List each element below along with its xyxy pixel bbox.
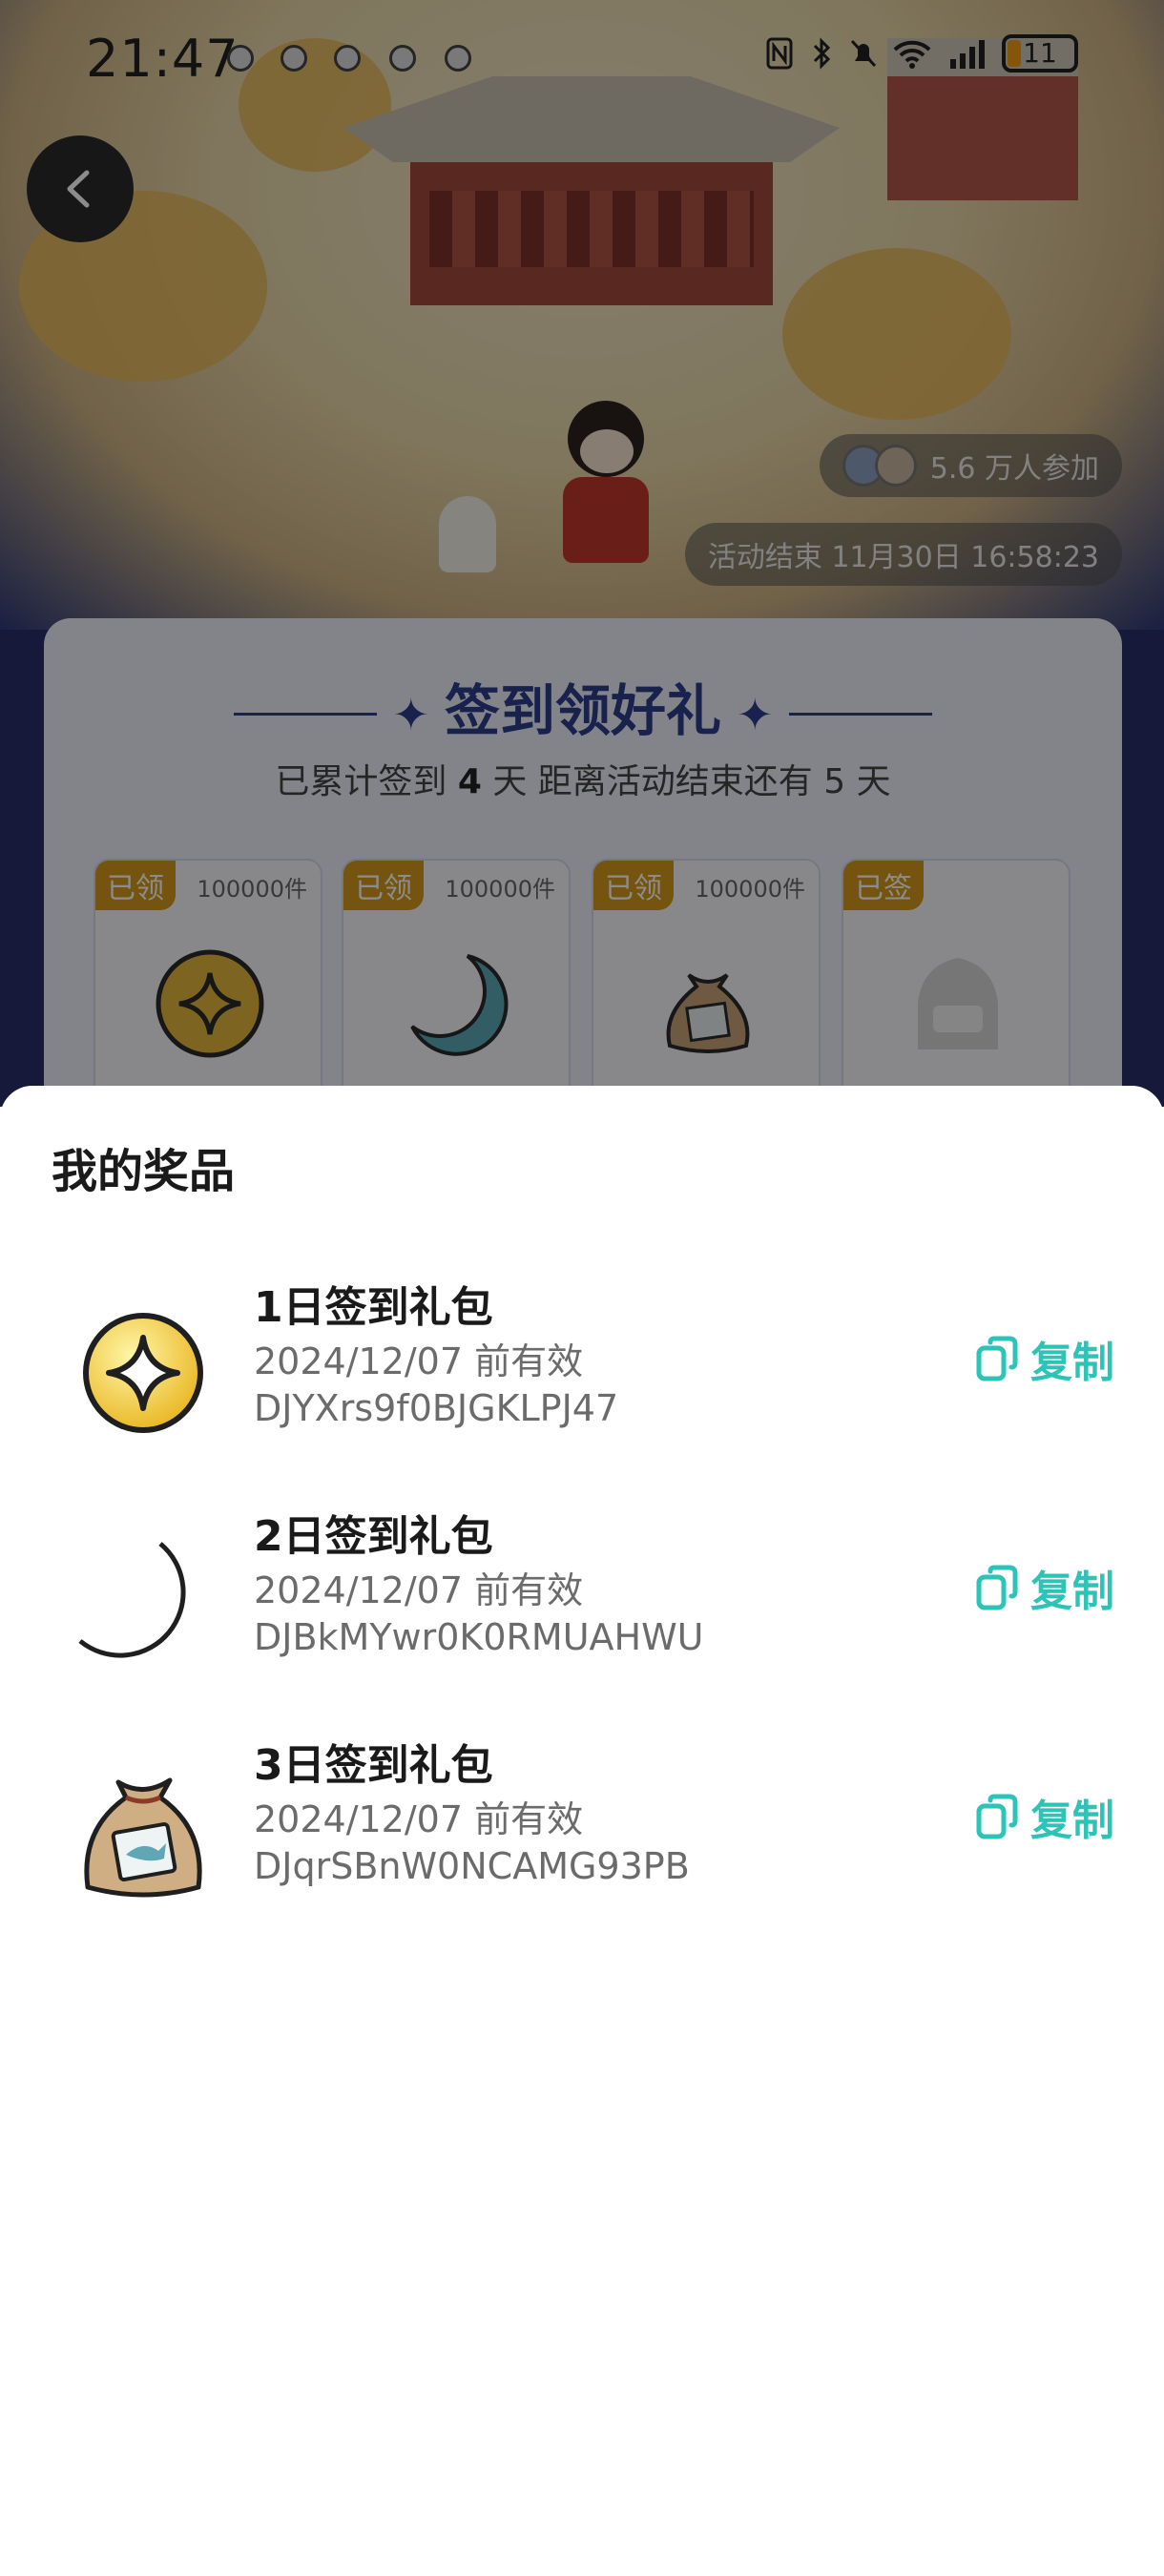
coin-icon — [83, 1313, 203, 1433]
copy-icon — [976, 1336, 1018, 1381]
copy-button[interactable]: 复制 — [975, 1557, 1114, 1618]
prize-code: DJqrSBnW0NCAMG93PB — [254, 1845, 690, 1887]
prize-expiry: 2024/12/07 前有效 — [254, 1340, 584, 1382]
prize-name: 1日签到礼包 — [254, 1283, 493, 1332]
copy-label: 复制 — [1030, 1797, 1114, 1845]
prize-code: DJYXrs9f0BJGKLPJ47 — [254, 1387, 619, 1429]
copy-icon — [976, 1565, 1018, 1610]
prize-item: 3日签到礼包 2024/12/07 前有效 DJqrSBnW0NCAMG93PB… — [0, 1721, 1164, 1931]
copy-label: 复制 — [1030, 1568, 1114, 1616]
prize-item: 1日签到礼包 2024/12/07 前有效 DJYXrs9f0BJGKLPJ47… — [0, 1263, 1164, 1473]
copy-button[interactable]: 复制 — [975, 1786, 1114, 1847]
prize-expiry: 2024/12/07 前有效 — [254, 1798, 584, 1840]
prize-code: DJBkMYwr0K0RMUAHWU — [254, 1616, 704, 1658]
sheet-title: 我的奖品 — [52, 1145, 236, 1198]
my-prizes-sheet: 我的奖品 1日签到礼包 2024/12/07 前有效 DJYXrs9f0BJGK… — [0, 1086, 1164, 2576]
prize-name: 2日签到礼包 — [254, 1512, 493, 1561]
prize-item: 2日签到礼包 2024/12/07 前有效 DJBkMYwr0K0RMUAHWU… — [0, 1492, 1164, 1702]
prize-name: 3日签到礼包 — [254, 1741, 493, 1790]
moon-icon — [78, 1542, 186, 1658]
modal-overlay[interactable] — [0, 0, 1164, 1107]
copy-button[interactable]: 复制 — [975, 1328, 1114, 1389]
copy-label: 复制 — [1030, 1339, 1114, 1387]
copy-icon — [976, 1794, 1018, 1839]
prize-expiry: 2024/12/07 前有效 — [254, 1569, 584, 1611]
bag-icon — [84, 1777, 202, 1898]
